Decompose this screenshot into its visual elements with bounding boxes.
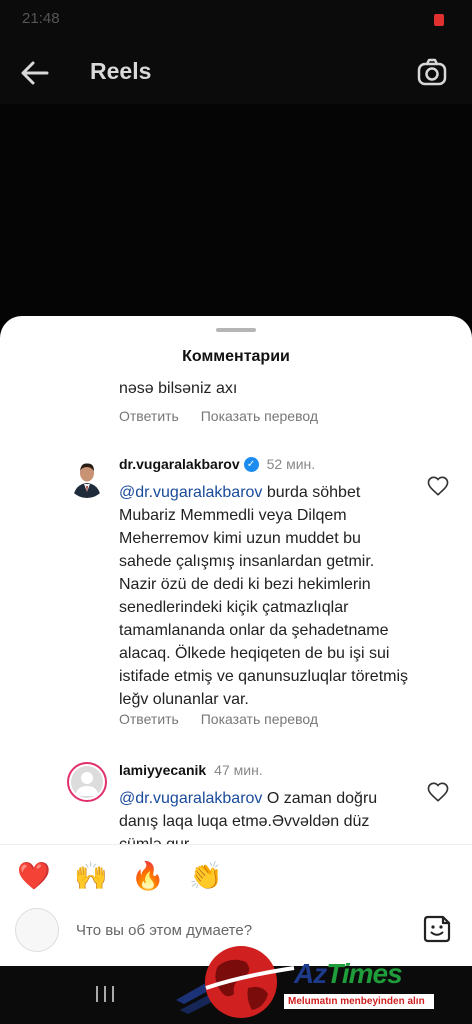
comment-time: 47 мин.: [214, 762, 263, 778]
comment-username[interactable]: lamiyyecanik: [119, 762, 206, 778]
heart-outline-icon: [427, 476, 449, 496]
verified-badge-icon: ✓: [243, 457, 259, 473]
heart-outline-icon: [427, 782, 449, 802]
watermark-brand-times: Times: [326, 958, 402, 989]
translate-button[interactable]: Показать перевод: [201, 711, 318, 727]
camera-button[interactable]: [416, 56, 448, 88]
user-photo-icon: [67, 458, 107, 498]
comment-username[interactable]: dr.vugaralakbarov: [119, 456, 240, 472]
arrow-left-icon: [21, 61, 49, 85]
sheet-title: Комментарии: [182, 348, 290, 365]
emoji-raised-hands[interactable]: 🙌: [74, 859, 108, 893]
reel-video[interactable]: [0, 104, 472, 320]
comment-actions: Ответить Показать перевод: [119, 408, 336, 424]
comment-actions: Ответить Показать перевод: [119, 711, 336, 727]
emoji-heart-eyes[interactable]: 😍: [304, 859, 338, 893]
recent-apps-icon: [104, 986, 106, 1002]
reply-button[interactable]: Ответить: [119, 408, 179, 424]
comment-text: @dr.vugaralakbarov burda söhbet Mubariz …: [119, 481, 409, 711]
reels-header: Reels: [0, 40, 472, 104]
recent-apps-button[interactable]: [96, 986, 116, 1002]
emoji-fire[interactable]: 🔥: [131, 859, 165, 893]
translate-button[interactable]: Показать перевод: [201, 408, 318, 424]
drag-handle[interactable]: [216, 328, 256, 332]
emoji-surprised[interactable]: 😮: [361, 859, 395, 893]
watermark-tagline: Melumatın menbeyinden alın: [284, 994, 434, 1009]
avatar[interactable]: [67, 762, 107, 802]
avatar[interactable]: [67, 458, 107, 498]
comment-header: lamiyyecanik 47 мин.: [119, 762, 263, 780]
comment-time: 52 мин.: [266, 456, 316, 472]
status-time: 21:48: [22, 10, 60, 27]
comment-mention[interactable]: @dr.vugaralakbarov: [119, 484, 262, 501]
globe-logo-icon: [176, 946, 295, 1018]
emoji-crying[interactable]: 😢: [246, 859, 280, 893]
camera-icon: [417, 58, 447, 86]
back-button[interactable]: [18, 56, 52, 90]
previous-comment-text: nəsə bilsəniz axı: [119, 380, 238, 397]
status-icons: [394, 12, 454, 28]
aztimes-watermark: AzTimes Melumatın menbeyinden alın: [176, 938, 466, 1018]
reply-button[interactable]: Ответить: [119, 711, 179, 727]
emoji-laughing[interactable]: 😂: [418, 859, 452, 893]
emoji-heart[interactable]: ❤️: [17, 859, 51, 893]
emoji-bar: ❤️ 🙌 🔥 👏 😢 😍 😮 😂: [0, 844, 472, 906]
comment-header: dr.vugaralakbarov ✓ 52 мин.: [119, 456, 315, 474]
like-button[interactable]: [427, 782, 449, 802]
comment-body-text: burda söhbet Mubariz Memmedli veya Dilqe…: [119, 484, 409, 708]
recent-apps-icon: [96, 986, 98, 1002]
default-avatar-icon: [71, 766, 103, 798]
battery-icon: [434, 14, 444, 26]
watermark-brand: AzTimes: [294, 958, 403, 990]
recent-apps-icon: [112, 986, 114, 1002]
emoji-clap[interactable]: 👏: [189, 859, 223, 893]
like-button[interactable]: [427, 476, 449, 496]
status-bar: 21:48: [0, 0, 472, 40]
page-title: Reels: [90, 58, 152, 84]
comment-mention[interactable]: @dr.vugaralakbarov: [119, 790, 262, 807]
current-user-avatar: [15, 908, 59, 952]
watermark-brand-az: Az: [294, 958, 327, 989]
